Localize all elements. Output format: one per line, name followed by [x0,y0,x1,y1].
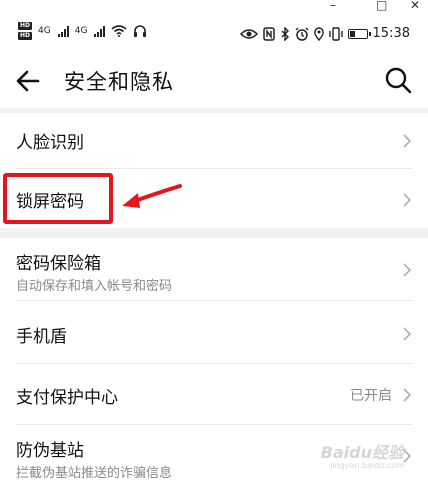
battery-level-fill [349,30,355,37]
row-divider [16,168,412,169]
list-item-phone-shield[interactable]: 手机盾 [0,302,428,364]
row-divider [16,424,412,425]
minimize-button[interactable]: – [330,0,336,12]
chevron-right-icon [403,193,412,207]
bluetooth-icon [281,26,289,41]
row-divider [16,300,412,301]
hd-badge-2: HD [18,32,33,40]
section-separator [0,228,428,238]
location-icon [313,26,324,41]
face-recognition-label: 人脸识别 [16,133,84,153]
watermark-main: Baidu经验 [320,443,404,462]
chevron-right-icon [403,134,412,148]
fake-base-station-description: 拦截伪基站推送的诈骗信息 [16,466,173,481]
fake-base-station-label: 防伪基站 [16,441,84,461]
watermark-url: jingyan.baidu.com [330,461,404,470]
close-button[interactable]: ✕ [410,0,420,12]
payment-protection-label: 支付保护中心 [16,388,118,408]
eye-icon [239,28,258,39]
status-bar: HD HD 4G 4G 15:38 [0,14,428,52]
list-item-face-recognition[interactable]: 人脸识别 [0,113,428,169]
status-right: 15:38 [239,26,410,41]
network-type-2: 4G [74,26,88,36]
clock-time: 15:38 [372,26,410,41]
maximize-button[interactable]: □ [376,0,387,12]
list-item-password-vault[interactable]: 密码保险箱 自动保存和填入帐号和密码 [0,238,428,301]
battery-icon [347,28,371,39]
list-item-payment-protection[interactable]: 支付保护中心 已开启 [0,365,428,425]
alarm-icon [295,27,309,41]
status-left: HD HD 4G 4G [18,22,147,40]
wifi-icon [111,25,127,37]
vibrate-icon [328,26,343,41]
headset-icon [134,25,147,37]
hd-indicators: HD HD [18,22,33,40]
chevron-right-icon [403,327,412,341]
page-title: 安全和隐私 [64,70,174,94]
back-arrow-icon[interactable] [14,67,42,95]
baidu-watermark: Baidu经验 jingyan.baidu.com [321,439,404,470]
password-vault-label: 密码保险箱 [16,254,101,274]
signal-icon-2 [94,25,106,37]
search-icon[interactable] [384,66,412,94]
window-control-strip: – □ ✕ [0,0,428,14]
chevron-right-icon [403,263,412,277]
payment-protection-status: 已开启 [350,388,392,404]
phone-shield-label: 手机盾 [16,327,67,347]
hd-badge-1: HD [18,22,33,30]
row-divider [16,363,412,364]
nfc-icon [262,26,275,41]
chevron-right-icon [403,388,412,402]
red-arrow-annotation [122,184,182,208]
network-type-1: 4G [38,26,51,36]
highlight-box-annotation [3,173,113,224]
app-bar: 安全和隐私 [0,52,428,108]
password-vault-description: 自动保存和填入帐号和密码 [16,279,173,294]
signal-icon-1 [57,25,69,37]
